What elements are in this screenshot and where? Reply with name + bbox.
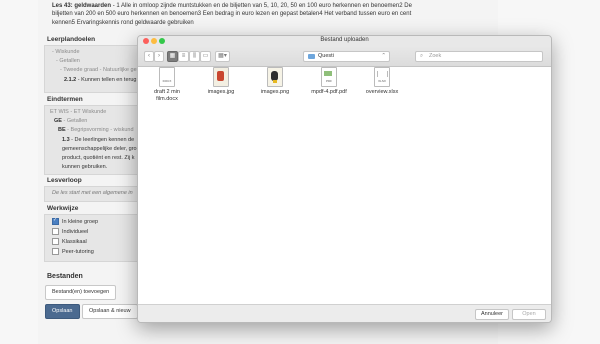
spreadsheet-thumbnail [377, 71, 388, 77]
column-view-button[interactable]: ⫼ [189, 51, 200, 62]
add-files-button[interactable]: Bestand(en) toevoegen [45, 285, 117, 300]
image-thumbnail-detail [273, 80, 277, 83]
chevron-left-icon: ‹ [148, 53, 150, 59]
eindterm-detail-line: product, quotiënt en rest. Zij k [62, 155, 135, 161]
eindterm-detail-line: gemeenschappelijke deler, gro [62, 146, 137, 152]
leerplandoelen-heading: Leerplandoelen [47, 36, 96, 43]
eindtermen-heading: Eindtermen [47, 96, 83, 103]
eindterm-line: GE - Getallen [54, 118, 87, 124]
dialog-titlebar: Bestand uploaden [138, 36, 551, 46]
checkbox[interactable] [52, 248, 59, 255]
search-icon: ⌕ [420, 53, 424, 59]
file-name: overview.xlsx [365, 89, 399, 95]
file-type-tag: XLSX [378, 79, 386, 83]
dialog-toolbar: ‹ › ▦ ≡ ⫼ ▭ ▦▾ Questi ⌃ ⌕ Zoek [138, 46, 551, 67]
checkbox[interactable] [52, 238, 59, 245]
pdf-thumbnail [324, 71, 332, 76]
leerplandoel-line: - Tweede graad - Natuurlijke ge [60, 67, 137, 73]
docx-file-icon: DOCX [159, 67, 175, 87]
werkwijze-option-label: Klassikaal [62, 238, 87, 245]
chevron-up-down-icon: ⌃ [381, 53, 386, 59]
werkwijze-option-label: Individueel [62, 228, 89, 235]
file-upload-dialog: Bestand uploaden ‹ › ▦ ≡ ⫼ ▭ ▦▾ Questi ⌃… [137, 35, 552, 323]
lesverloop-text: De les start met een algemene in [52, 190, 133, 196]
file-type-tag: DOCX [162, 79, 172, 83]
eindterm-text: - Begripsvorming - wiskund [65, 127, 134, 133]
arrange-menu-button[interactable]: ▦▾ [215, 51, 230, 62]
werkwijze-option[interactable]: Individueel [52, 228, 88, 235]
eindterm-code: GE [54, 118, 62, 124]
pdf-file-icon: PDF [321, 67, 337, 87]
file-type-tag: PDF [326, 79, 332, 83]
dialog-title: Bestand uploaden [320, 37, 369, 43]
gallery-view-button[interactable]: ▭ [200, 51, 211, 62]
image-file-icon [213, 67, 229, 87]
location-label: Questi [318, 53, 334, 59]
arrange-icon: ▦▾ [218, 53, 227, 59]
eindterm-detail-code: 1.3 [62, 137, 70, 143]
leerplandoel-code: 2.1.2 [64, 77, 77, 83]
cancel-button[interactable]: Annuleer [475, 309, 509, 320]
grid-icon: ▦ [169, 53, 176, 59]
leerplandoel-text: - Kunnen tellen en terug [76, 77, 137, 83]
lesson-description: Les 43: geldwaarden - 1 Alle in omloop z… [52, 2, 422, 27]
eindterm-line: BE - Begripsvorming - wiskund [58, 127, 134, 133]
file-item[interactable]: XLSX overview.xlsx [363, 67, 401, 96]
icon-view-button[interactable]: ▦ [167, 51, 178, 62]
file-item[interactable]: PDF mpdf-4.pdf.pdf [310, 67, 348, 96]
eindterm-detail-text: - De leerlingen kennen de [69, 137, 135, 143]
image-thumbnail [217, 71, 224, 81]
save-and-new-button[interactable]: Opslaan & nieuw [82, 304, 138, 319]
eindterm-line: ET WIS - ET Wiskunde [50, 109, 107, 115]
file-item[interactable]: DOCX draft 2 min film.docx [148, 67, 186, 102]
file-item[interactable]: images.png [256, 67, 294, 96]
lesson-title: Les 43: geldwaarden [52, 3, 112, 9]
werkwijze-option[interactable]: In kleine groep [52, 217, 99, 225]
eindterm-detail: 1.3 - De leerlingen kennen de [62, 137, 134, 143]
checkbox[interactable] [52, 228, 59, 235]
eindterm-text: - Getallen [61, 118, 88, 124]
werkwijze-option[interactable]: Klassikaal [52, 238, 87, 245]
eindterm-code: BE [58, 127, 66, 133]
file-browser: DOCX draft 2 min film.docx images.jpg im… [138, 67, 551, 304]
leerplandoel-item: 2.1.2 - Kunnen tellen en terug [64, 77, 136, 83]
save-button[interactable]: Opslaan [45, 304, 80, 319]
back-button[interactable]: ‹ [144, 51, 154, 62]
forward-button[interactable]: › [154, 51, 164, 62]
xlsx-file-icon: XLSX [374, 67, 390, 87]
image-file-icon [267, 67, 283, 87]
leerplandoel-line: - Wiskunde [52, 49, 80, 55]
eindterm-detail-line: kunnen gebruiken. [62, 164, 108, 170]
checkbox-checked[interactable] [52, 217, 59, 225]
list-icon: ≡ [181, 53, 186, 59]
location-dropdown[interactable]: Questi ⌃ [303, 51, 390, 62]
lesverloop-heading: Lesverloop [47, 177, 82, 184]
werkwijze-option[interactable]: Peer-tutoring [52, 248, 94, 255]
file-name: draft 2 min film.docx [154, 89, 180, 102]
gallery-icon: ▭ [202, 53, 209, 59]
search-field[interactable]: ⌕ Zoek [415, 51, 543, 62]
file-name: images.jpg [207, 89, 235, 95]
chevron-right-icon: › [158, 53, 160, 59]
werkwijze-heading: Werkwijze [47, 205, 79, 212]
search-placeholder: Zoek [429, 53, 442, 59]
werkwijze-option-label: Peer-tutoring [62, 248, 94, 255]
open-button[interactable]: Open [512, 309, 546, 320]
columns-icon: ⫼ [193, 53, 196, 59]
file-item[interactable]: images.jpg [202, 67, 240, 96]
leerplandoel-line: - Getallen [56, 58, 80, 64]
file-name: images.png [260, 89, 290, 95]
folder-icon [308, 54, 315, 59]
list-view-button[interactable]: ≡ [178, 51, 189, 62]
werkwijze-option-label: In kleine groep [62, 218, 99, 225]
bestanden-heading: Bestanden [47, 273, 83, 280]
dialog-footer: Annuleer Open [138, 304, 551, 322]
file-name: mpdf-4.pdf.pdf [311, 89, 347, 95]
